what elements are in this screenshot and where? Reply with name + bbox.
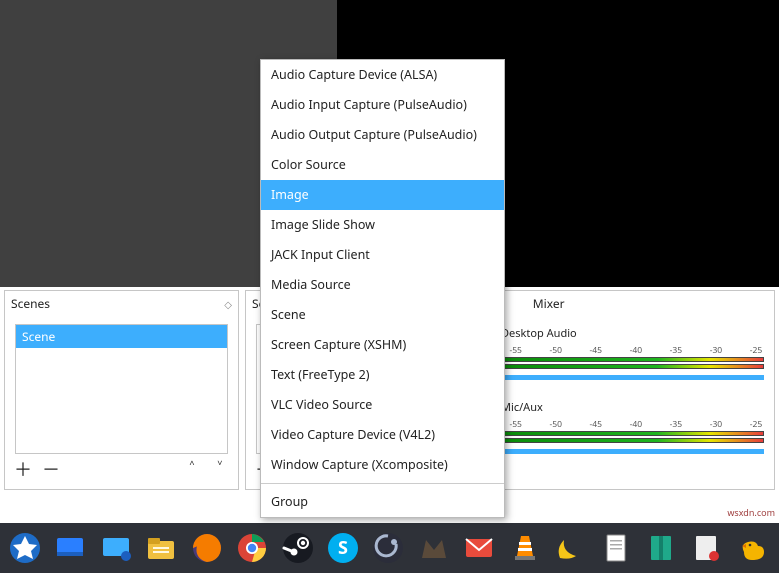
menu-item-screen-capture-xshm[interactable]: Screen Capture (XSHM) bbox=[261, 330, 504, 360]
meter-bar bbox=[497, 357, 764, 362]
mixer-panel: xxxxxMixer Desktop Audio -55 -50 -45 -40… bbox=[486, 290, 775, 490]
svg-text:S: S bbox=[338, 536, 348, 560]
library-icon[interactable] bbox=[642, 528, 680, 568]
mail-icon[interactable] bbox=[460, 528, 498, 568]
document-icon[interactable] bbox=[596, 528, 634, 568]
chrome-icon[interactable] bbox=[233, 528, 271, 568]
show-desktop-icon[interactable] bbox=[51, 528, 89, 568]
vlc-icon[interactable] bbox=[506, 528, 544, 568]
menu-separator bbox=[261, 483, 504, 484]
obs-icon[interactable] bbox=[369, 528, 407, 568]
taskbar: S bbox=[0, 523, 779, 573]
add-source-context-menu: Audio Capture Device (ALSA) Audio Input … bbox=[260, 59, 505, 518]
menu-item-text-freetype[interactable]: Text (FreeType 2) bbox=[261, 360, 504, 390]
volume-slider[interactable] bbox=[497, 449, 764, 454]
file-manager-icon[interactable] bbox=[142, 528, 180, 568]
meter-bar bbox=[497, 438, 764, 443]
watermark-text: wsxdn.com bbox=[727, 506, 775, 519]
mixer-track-mic-aux: Mic/Aux -55 -50 -45 -40 -35 -30 -25 bbox=[497, 400, 764, 454]
scenes-list[interactable]: Scene bbox=[15, 324, 228, 454]
firefox-icon[interactable] bbox=[188, 528, 226, 568]
scenes-toolbar: ＋ － ˄ ˅ bbox=[13, 455, 230, 483]
banana-icon[interactable] bbox=[551, 528, 589, 568]
menu-item-audio-capture-alsa[interactable]: Audio Capture Device (ALSA) bbox=[261, 60, 504, 90]
remove-scene-button[interactable]: － bbox=[41, 459, 61, 479]
steam-icon[interactable] bbox=[279, 528, 317, 568]
meter-bar bbox=[497, 364, 764, 369]
menu-item-group[interactable]: Group bbox=[261, 487, 504, 517]
menu-item-window-capture-xcomposite[interactable]: Window Capture (Xcomposite) bbox=[261, 450, 504, 480]
mixer-track-label: Desktop Audio bbox=[497, 326, 764, 341]
menu-item-scene[interactable]: Scene bbox=[261, 300, 504, 330]
meter-bar bbox=[497, 431, 764, 436]
menu-item-color-source[interactable]: Color Source bbox=[261, 150, 504, 180]
scene-down-button[interactable]: ˅ bbox=[210, 459, 230, 479]
kde-launcher-icon[interactable] bbox=[6, 528, 44, 568]
wolf-icon[interactable] bbox=[415, 528, 453, 568]
menu-item-video-capture-v4l2[interactable]: Video Capture Device (V4L2) bbox=[261, 420, 504, 450]
meter-ticks: -55 -50 -45 -40 -35 -30 -25 bbox=[497, 419, 764, 431]
scenes-collapse-icon[interactable]: ◇ bbox=[224, 297, 232, 311]
mixer-track-label: Mic/Aux bbox=[497, 400, 764, 415]
menu-item-audio-input-pulse[interactable]: Audio Input Capture (PulseAudio) bbox=[261, 90, 504, 120]
scenes-panel: Scenes ◇ Scene ＋ － ˄ ˅ bbox=[4, 290, 239, 490]
mask-icon[interactable] bbox=[687, 528, 725, 568]
menu-item-jack-input[interactable]: JACK Input Client bbox=[261, 240, 504, 270]
scene-up-button[interactable]: ˄ bbox=[182, 459, 202, 479]
menu-item-image-slideshow[interactable]: Image Slide Show bbox=[261, 210, 504, 240]
mixer-panel-title: xxxxxMixer bbox=[487, 291, 774, 316]
volume-slider[interactable] bbox=[497, 375, 764, 380]
mixer-track-desktop-audio: Desktop Audio -55 -50 -45 -40 -35 -30 -2… bbox=[497, 326, 764, 380]
add-scene-button[interactable]: ＋ bbox=[13, 459, 33, 479]
mixer-body: Desktop Audio -55 -50 -45 -40 -35 -30 -2… bbox=[487, 316, 774, 484]
skype-icon[interactable]: S bbox=[324, 528, 362, 568]
menu-item-audio-output-pulse[interactable]: Audio Output Capture (PulseAudio) bbox=[261, 120, 504, 150]
meter-ticks: -55 -50 -45 -40 -35 -30 -25 bbox=[497, 345, 764, 357]
menu-item-vlc-source[interactable]: VLC Video Source bbox=[261, 390, 504, 420]
duck-icon[interactable] bbox=[733, 528, 771, 568]
menu-item-media-source[interactable]: Media Source bbox=[261, 270, 504, 300]
scene-item[interactable]: Scene bbox=[16, 325, 227, 348]
scenes-panel-title: Scenes bbox=[5, 291, 238, 316]
menu-item-image[interactable]: Image bbox=[261, 180, 504, 210]
task-view-icon[interactable] bbox=[97, 528, 135, 568]
